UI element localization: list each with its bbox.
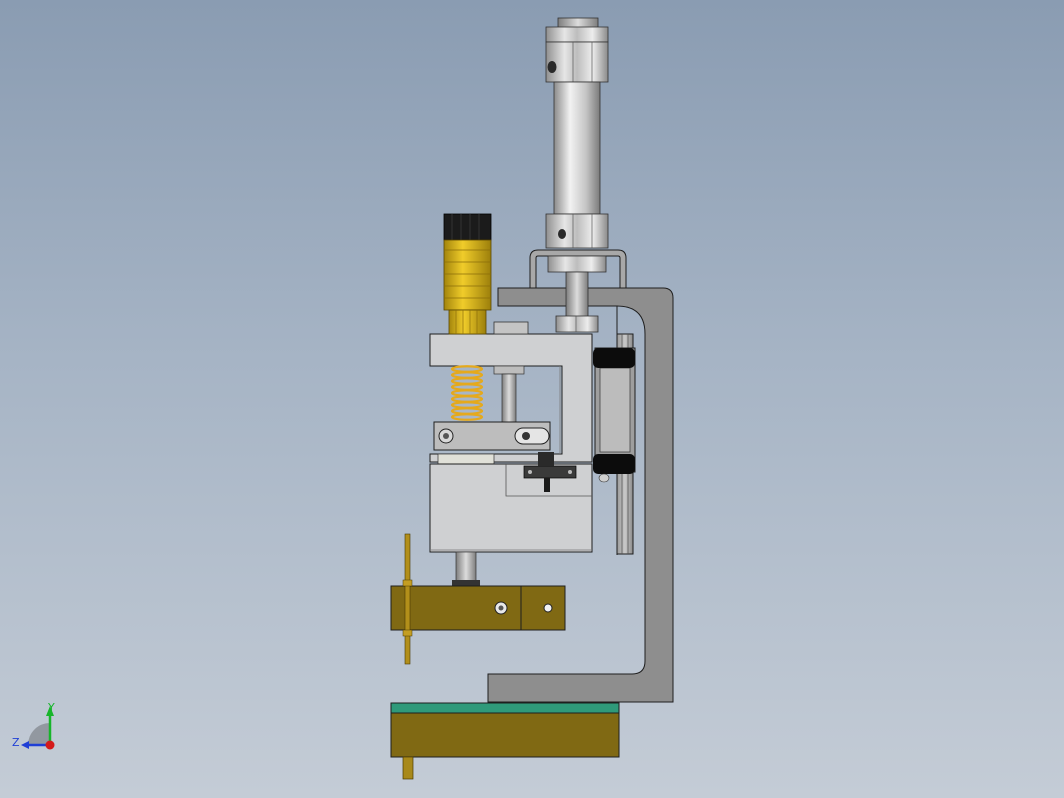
x-axis-icon bbox=[45, 740, 55, 750]
cad-viewport[interactable]: Y Z bbox=[0, 0, 1064, 798]
axis-triad: Y Z bbox=[12, 701, 55, 750]
z-axis-label: Z bbox=[12, 736, 20, 749]
y-axis-label: Y bbox=[47, 701, 55, 714]
